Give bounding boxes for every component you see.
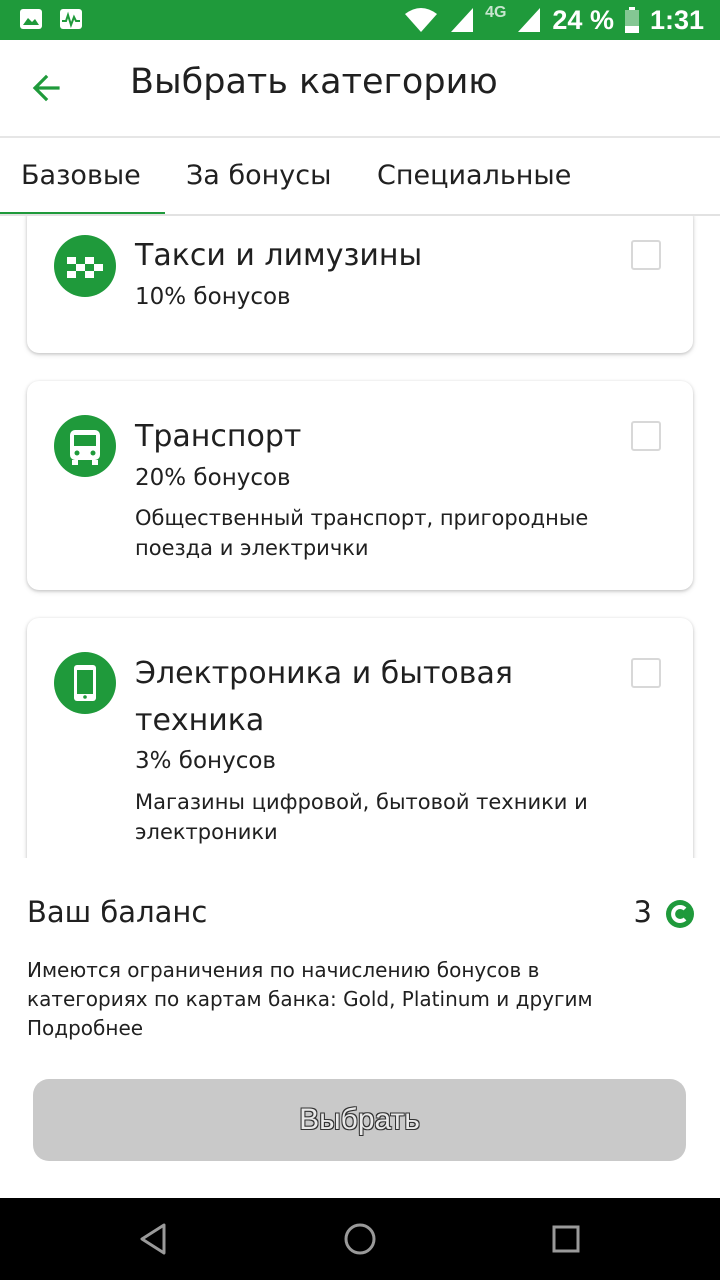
category-card-transport[interactable]: Транспорт 20% бонусов Общественный транс… [27, 381, 693, 590]
taxi-icon [54, 235, 116, 297]
image-icon [20, 9, 42, 29]
category-title: Такси и лимузины [135, 238, 423, 273]
category-description: Общественный транспорт, пригородные поез… [135, 506, 589, 560]
nav-back-icon[interactable] [134, 1219, 174, 1259]
category-title: Транспорт [135, 419, 302, 454]
restrictions-notice: Имеются ограничения по начислению бонусо… [27, 956, 627, 1043]
bottom-panel: Ваш баланс 3 Имеются ограничения по начи… [0, 858, 720, 1198]
tab-for-bonuses[interactable]: За бонусы [186, 160, 331, 191]
nav-recent-icon[interactable] [546, 1219, 586, 1259]
category-card-taxi[interactable]: Такси и лимузины 10% бонусов [27, 216, 693, 353]
clock: 1:31 [649, 4, 704, 35]
app-bar: Выбрать категорию [0, 40, 720, 138]
category-checkbox[interactable] [631, 658, 661, 688]
category-title: Электроника и бытовая техника [135, 656, 513, 738]
category-bonus: 20% бонусов [135, 465, 291, 491]
notice-text: Имеются ограничения по начислению бонусо… [27, 958, 593, 1011]
wifi-icon [405, 8, 438, 32]
activity-icon [60, 9, 82, 29]
balance-label: Ваш баланс [27, 895, 208, 929]
category-card-electronics[interactable]: Электроника и бытовая техника 3% бонусов… [27, 618, 693, 858]
balance-value: 3 [633, 895, 652, 929]
tab-bar: Базовые За бонусы Специальные [0, 138, 720, 216]
category-bonus: 3% бонусов [135, 748, 276, 774]
battery-icon [624, 7, 639, 33]
category-bonus: 10% бонусов [135, 284, 291, 310]
back-button[interactable] [28, 68, 68, 108]
category-list[interactable]: Такси и лимузины 10% бонусов Транспорт 2… [0, 216, 720, 858]
tab-special[interactable]: Специальные [377, 160, 571, 191]
status-bar: 4G 24 % 1:31 [0, 0, 720, 40]
tab-basic[interactable]: Базовые [21, 160, 141, 191]
category-checkbox[interactable] [631, 240, 661, 270]
network-type-label: 4G [485, 4, 507, 21]
bus-icon [54, 415, 116, 477]
select-button-label: Выбрать [299, 1103, 420, 1136]
nav-home-icon[interactable] [340, 1219, 380, 1259]
battery-percent: 24 % [552, 4, 614, 35]
signal-icon [451, 8, 474, 32]
smartphone-icon [54, 652, 116, 714]
select-button[interactable]: Выбрать [33, 1079, 686, 1161]
arrow-left-icon [32, 74, 60, 102]
navigation-bar [0, 1198, 720, 1280]
category-description: Магазины цифровой, бытовой техники и эле… [135, 790, 588, 844]
bonus-coin-icon [666, 900, 694, 928]
signal-icon-2 [518, 8, 541, 32]
category-checkbox[interactable] [631, 421, 661, 451]
details-link[interactable]: Подробнее [27, 1016, 143, 1040]
page-title: Выбрать категорию [130, 62, 498, 102]
